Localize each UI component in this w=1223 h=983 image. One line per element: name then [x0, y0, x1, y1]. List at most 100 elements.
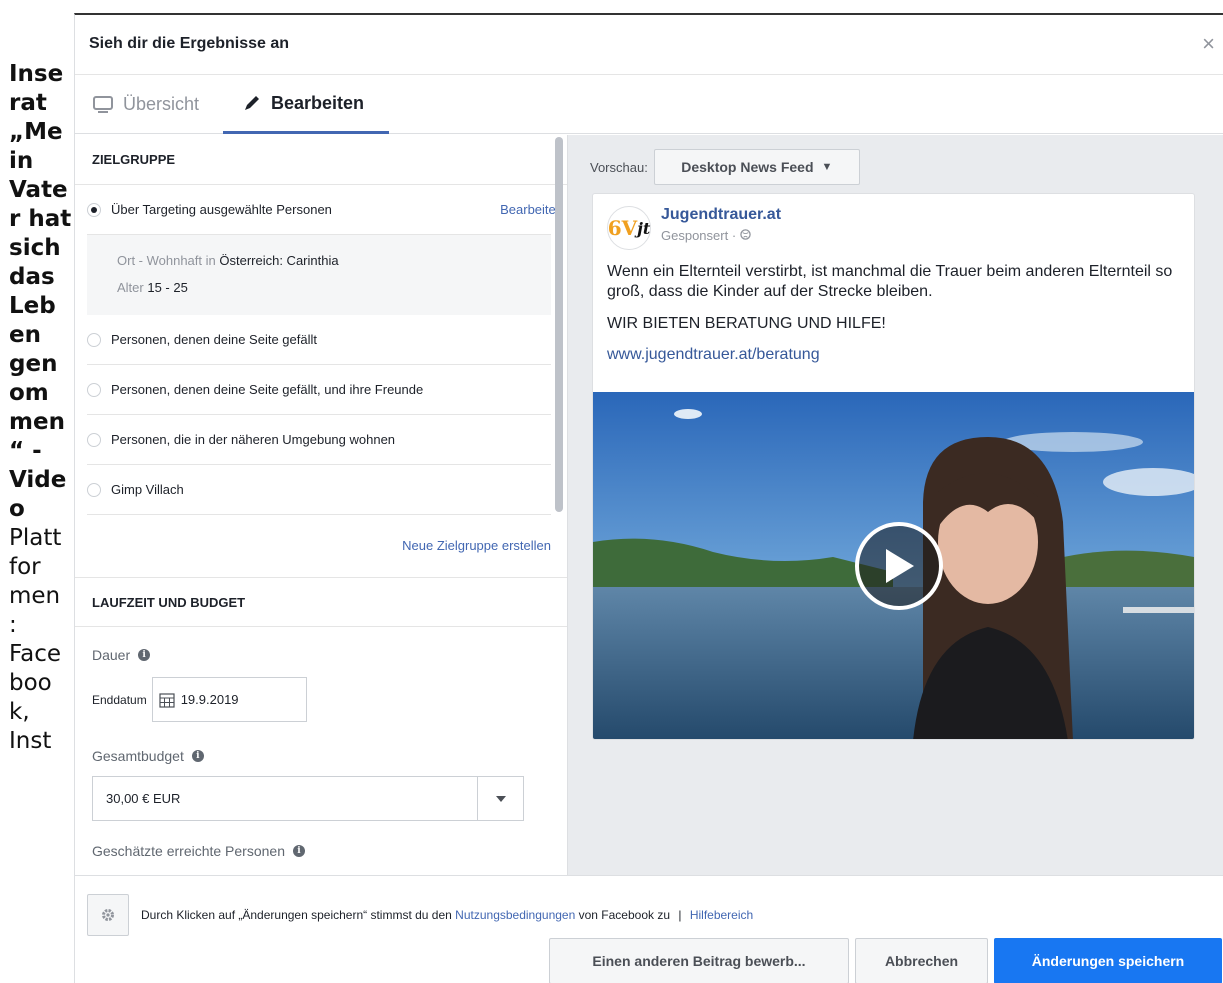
budget-select[interactable]: 30,00 € EUR: [92, 776, 567, 821]
audience-option-page-likes[interactable]: Personen, denen deine Seite gefällt: [87, 315, 551, 365]
audience-option-label: Personen, denen deine Seite gefällt, und…: [111, 382, 424, 397]
video-thumbnail[interactable]: [593, 392, 1194, 739]
duration-label: Dauer i: [75, 647, 567, 663]
document-text-line: om: [9, 380, 49, 406]
end-date-value: 19.9.2019: [180, 692, 239, 707]
dialog-title: Sieh dir die Ergebnisse an: [89, 35, 290, 52]
document-text-line: for: [9, 554, 41, 580]
logo-text-jt: jt: [637, 218, 651, 238]
document-text-line: k,: [9, 699, 30, 725]
age-prefix: Alter: [117, 280, 144, 295]
terms-text-before: Durch Klicken auf „Änderungen speichern“…: [141, 908, 452, 922]
targeting-summary: Ort - Wohnhaft in Österreich: Carinthia …: [87, 235, 551, 315]
tab-overview-label: Übersicht: [123, 94, 200, 114]
budget-input[interactable]: 30,00 € EUR: [92, 776, 478, 821]
document-text-line: r hat: [9, 206, 72, 232]
audience-option-targeting[interactable]: Über Targeting ausgewählte Personen Bear…: [87, 185, 563, 235]
radio-checked[interactable]: [87, 202, 101, 217]
document-heading: Inse rat „Me in Vate r hat sich das Leb en gen om me…: [9, 60, 78, 524]
reach-label-text: Geschätzte erreichte Personen: [92, 843, 285, 859]
radio-unchecked[interactable]: [87, 482, 101, 497]
document-text-line: gen: [9, 351, 58, 377]
settings-panel: ZIELGRUPPE Über Targeting ausgewählte Pe…: [75, 135, 567, 875]
audience-option-label: Personen, denen deine Seite gefällt: [111, 332, 317, 347]
radio-unchecked[interactable]: [87, 382, 101, 397]
document-text-line: men: [9, 583, 61, 609]
audience-option-nearby[interactable]: Personen, die in der näheren Umgebung wo…: [87, 415, 551, 465]
duration-label-text: Dauer: [92, 647, 131, 663]
tab-bar: Übersicht Bearbeiten: [75, 75, 1223, 134]
placement-value: Desktop News Feed: [681, 159, 814, 175]
document-text-line: Platt: [9, 525, 62, 551]
audience-option-label: Gimp Villach: [111, 482, 184, 497]
document-text-line: “ -: [9, 438, 42, 464]
save-changes-button[interactable]: Änderungen speichern: [994, 938, 1222, 983]
terms-text-after: von Facebook zu: [578, 908, 671, 922]
end-date-row: Enddatum 19.9.2019: [75, 677, 567, 722]
total-budget-label: Gesamtbudget i: [75, 748, 567, 764]
document-text-line: in: [9, 148, 34, 174]
audience-option-label: Personen, die in der näheren Umgebung wo…: [111, 432, 396, 447]
calendar-icon: [159, 692, 175, 708]
document-text-line: rat: [9, 90, 47, 116]
document-text-line: men: [9, 409, 65, 435]
caret-down-icon: [495, 795, 506, 802]
gear-icon: [102, 909, 114, 921]
post-text-paragraph: WIR BIETEN BERATUNG UND HILFE!: [607, 315, 886, 332]
document-text-line: „Me: [9, 119, 63, 145]
post-link[interactable]: www.jugendtrauer.at/beratung: [593, 346, 1194, 364]
monitor-icon: [93, 95, 113, 113]
age-value: 15 - 25: [147, 280, 188, 295]
info-icon[interactable]: i: [191, 750, 204, 762]
location-value: Österreich: Carinthia: [219, 253, 339, 268]
end-date-field[interactable]: 19.9.2019: [151, 677, 307, 722]
audience-heading: ZIELGRUPPE: [75, 135, 567, 185]
globe-icon: [740, 229, 751, 240]
document-text-line: boo: [9, 670, 52, 696]
radio-unchecked[interactable]: [87, 332, 101, 347]
end-date-label: Enddatum: [92, 692, 147, 707]
document-text-line: Inst: [9, 728, 52, 754]
play-button[interactable]: [855, 522, 943, 610]
dialog-header: Sieh dir die Ergebnisse an ×: [75, 15, 1223, 75]
tab-edit-label: Bearbeiten: [271, 92, 365, 113]
terms-link[interactable]: Nutzungsbedingungen: [455, 908, 575, 922]
caret-down-icon: ▼: [821, 161, 833, 173]
terms-separator: |: [678, 908, 682, 922]
preview-bar: Vorschau: Desktop News Feed ▼: [590, 149, 860, 185]
document-body-text: Platt for men: Face boo k, Inst: [9, 524, 78, 756]
close-icon[interactable]: ×: [1202, 31, 1215, 57]
logo-text-six: 6V: [607, 216, 638, 240]
audience-option-saved[interactable]: Gimp Villach: [87, 465, 551, 515]
help-center-link[interactable]: Hilfebereich: [690, 908, 753, 922]
cancel-button[interactable]: Abbrechen: [855, 938, 988, 983]
page-logo[interactable]: 6V jt: [607, 206, 651, 250]
post-text-paragraph: Wenn ein Elternteil verstirbt, ist manch…: [607, 263, 1173, 300]
document-text-line: Inse: [9, 61, 64, 87]
radio-unchecked[interactable]: [87, 432, 101, 447]
budget-dropdown-button[interactable]: [478, 776, 524, 821]
play-icon: [886, 549, 914, 583]
create-audience-link[interactable]: Neue Zielgruppe erstellen: [75, 515, 567, 577]
document-text-line: o: [9, 496, 25, 522]
terms-notice: Durch Klicken auf „Änderungen speichern“…: [141, 908, 753, 922]
boost-other-post-button[interactable]: Einen anderen Beitrag bewerb...: [549, 938, 849, 983]
placement-dropdown[interactable]: Desktop News Feed ▼: [653, 149, 860, 185]
dialog-footer: Durch Klicken auf „Änderungen speichern“…: [75, 875, 1223, 983]
page-name-link[interactable]: Jugendtrauer.at: [661, 206, 781, 224]
total-budget-label-text: Gesamtbudget: [92, 748, 184, 764]
audience-option-likes-and-friends[interactable]: Personen, denen deine Seite gefällt, und…: [87, 365, 551, 415]
edit-audience-link[interactable]: Bearbeiten: [500, 202, 563, 217]
post-meta: Jugendtrauer.at Gesponsert ·: [661, 206, 781, 250]
budget-heading: LAUFZEIT UND BUDGET: [75, 577, 567, 627]
settings-button[interactable]: [87, 894, 129, 936]
info-icon[interactable]: i: [138, 649, 151, 661]
info-icon[interactable]: i: [293, 845, 305, 857]
tab-overview[interactable]: Übersicht: [93, 75, 199, 134]
document-text-line: Leb: [9, 293, 56, 319]
tab-edit[interactable]: Bearbeiten: [223, 75, 389, 134]
location-prefix: Ort - Wohnhaft in: [117, 253, 216, 268]
settings-scrollbar[interactable]: [555, 137, 563, 512]
post-header: 6V jt Jugendtrauer.at Gesponsert ·: [593, 194, 1194, 250]
pencil-icon: [245, 96, 259, 110]
